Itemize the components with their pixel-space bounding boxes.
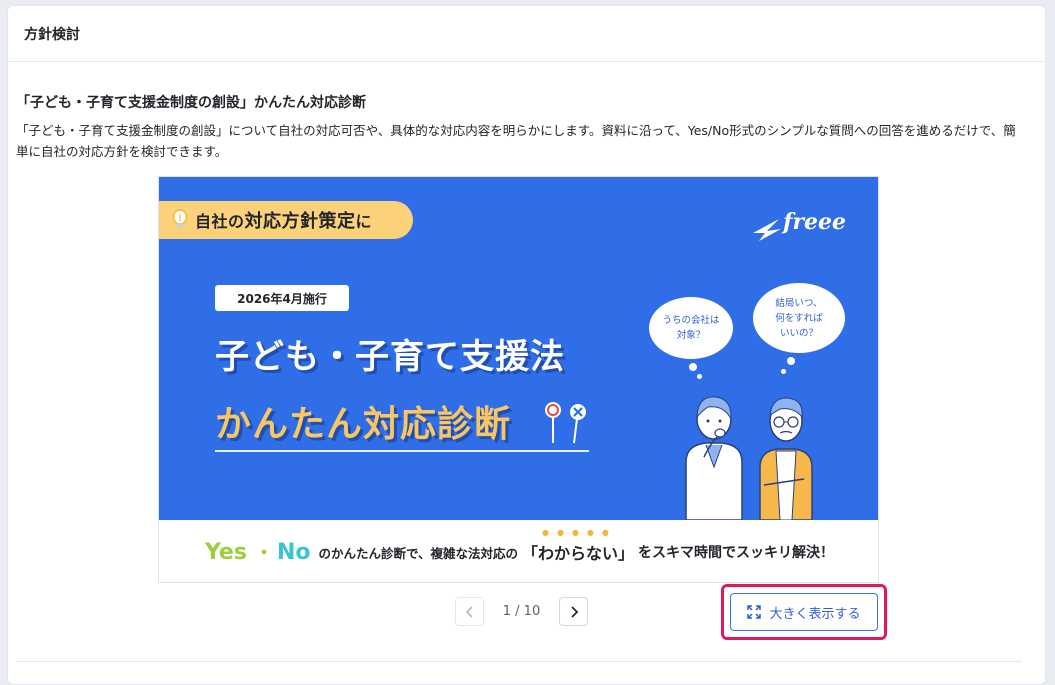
- slide-tag: 自社の対応方針策定に: [159, 201, 413, 239]
- section-title: 「子ども・子育て支援金制度の創設」かんたん対応診断: [16, 95, 366, 111]
- slide-viewer: 自社の対応方針策定に freee 2026年4月施行 子ども・子育て支援法 かん…: [158, 176, 879, 583]
- enlarge-label: 大きく表示する: [769, 606, 861, 622]
- slide-pager: 1 / 10: [455, 597, 588, 626]
- tag-text-main: 対応方針策定: [244, 211, 356, 232]
- section-description: 「子ども・子育て支援金制度の創設」について自社の対応可否や、具体的な対応内容を明…: [16, 123, 1016, 159]
- footer-text-2: をスキマ時間でスッキリ解決！: [638, 545, 834, 561]
- footer-emphasis: ●●●●● 「わからない」: [521, 528, 634, 563]
- tag-text-pre: 自社の: [195, 212, 245, 231]
- prev-page-button[interactable]: [455, 597, 484, 626]
- headline-underline: [215, 450, 589, 452]
- footer-text-1: のかんたん診断で、複雑な法対応の: [318, 545, 518, 561]
- slide-headline: 子ども・子育て支援法: [215, 337, 565, 377]
- thought-bubble-1: うちの会社は 対象？: [649, 297, 733, 359]
- tag-text-post: に: [355, 212, 373, 231]
- slide-image: 自社の対応方針策定に freee 2026年4月施行 子ども・子育て支援法 かん…: [159, 177, 878, 520]
- freee-logo: freee: [783, 209, 847, 235]
- enlarge-highlight: 大きく表示する: [721, 584, 887, 640]
- footer-no: No: [276, 539, 311, 565]
- thought-bubble-2: 結局いつ、 何をすれば いいの？: [753, 283, 845, 353]
- card-header: 方針検討: [8, 6, 1045, 62]
- slide-subheadline: かんたん対応診断: [215, 404, 512, 445]
- page-indicator: 1 / 10: [502, 604, 541, 619]
- bubble-dot: [787, 357, 795, 365]
- people-illustration-icon: [685, 396, 813, 520]
- divider: [16, 661, 1022, 662]
- chevron-left-icon: [465, 605, 473, 618]
- date-badge: 2026年4月施行: [215, 285, 349, 311]
- footer-yes: Yes: [205, 539, 247, 565]
- lightbulb-icon: [172, 209, 188, 228]
- expand-icon: [747, 605, 762, 619]
- next-page-button[interactable]: [559, 597, 588, 626]
- circle-cross-markers-icon: [545, 402, 586, 444]
- chevron-right-icon: [570, 605, 578, 618]
- enlarge-button[interactable]: 大きく表示する: [730, 593, 878, 631]
- card-title: 方針検討: [24, 26, 80, 43]
- slide-footer: Yes ・ No のかんたん診断で、複雑な法対応の ●●●●● 「わからない」 を…: [159, 520, 878, 582]
- footer-separator: ・: [254, 543, 273, 564]
